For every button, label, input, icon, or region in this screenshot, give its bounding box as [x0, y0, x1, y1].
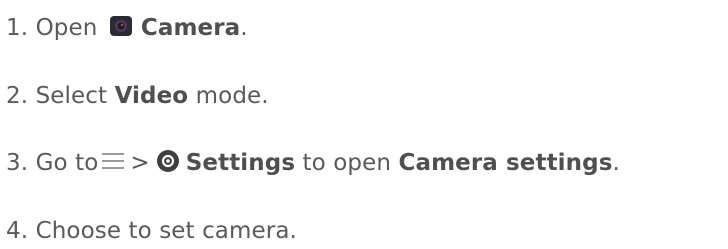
step-number: 3. [6, 150, 29, 176]
camera-settings-label: Camera settings [398, 150, 613, 176]
step-text: Go to [35, 150, 99, 176]
step-text-end: mode. [195, 83, 269, 109]
step-number: 1. [6, 15, 29, 41]
menu-icon [100, 150, 126, 172]
step-2: 2. Select Video mode. [6, 81, 269, 111]
step-1: 1. Open Camera. [6, 13, 248, 43]
camera-app-icon [109, 14, 133, 38]
step-text-middle: to open [302, 150, 392, 176]
step-text: Choose to set camera. [35, 218, 297, 244]
step-text: Select [35, 83, 108, 109]
path-separator: > [130, 150, 150, 176]
video-label: Video [114, 83, 189, 109]
step-text-end: . [240, 15, 248, 41]
step-3: 3. Go to > Settings to open Camera setti… [6, 148, 620, 178]
step-number: 4. [6, 218, 29, 244]
settings-gear-icon [156, 149, 180, 173]
settings-label: Settings [185, 150, 296, 176]
step-4: 4. Choose to set camera. [6, 216, 297, 246]
step-text: Open [35, 15, 98, 41]
camera-label: Camera [140, 15, 241, 41]
step-number: 2. [6, 83, 29, 109]
step-text-end: . [612, 150, 620, 176]
